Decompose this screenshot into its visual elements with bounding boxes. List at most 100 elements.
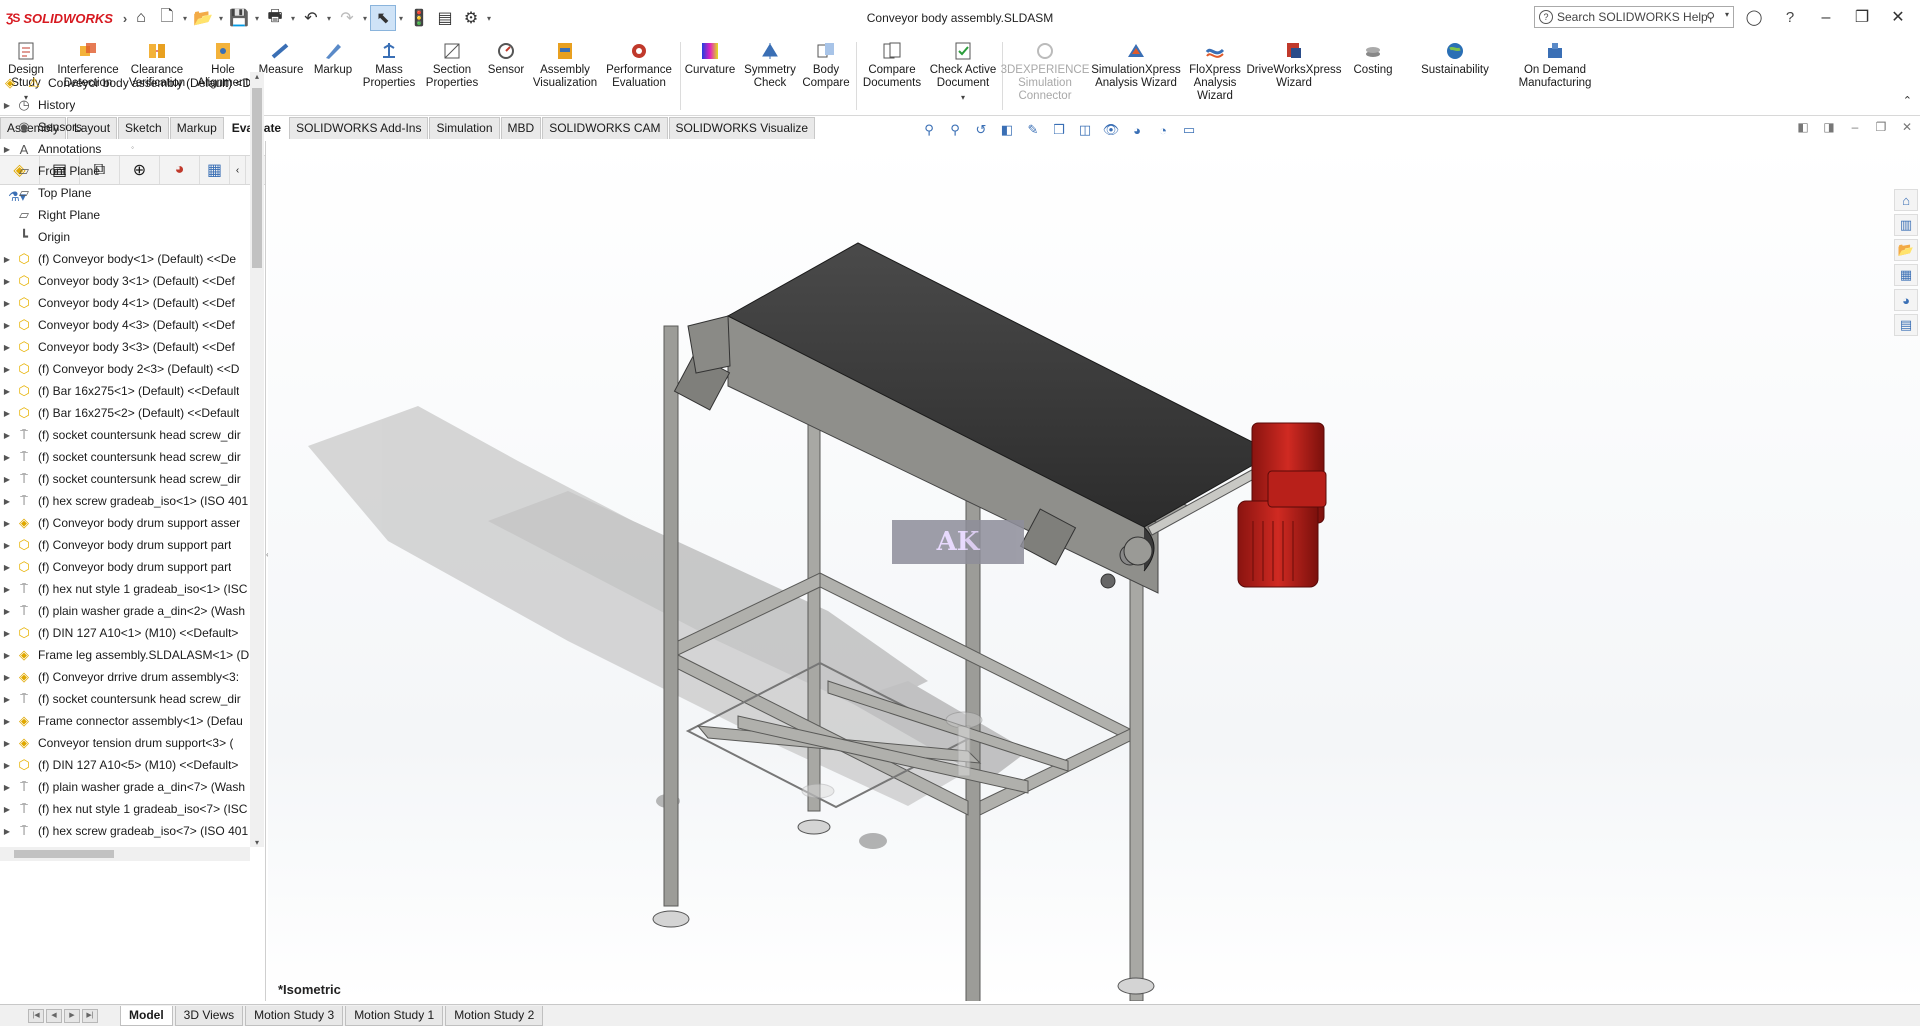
tab-model[interactable]: Model bbox=[120, 1005, 173, 1026]
undo-icon[interactable]: ↶ bbox=[298, 5, 324, 31]
section-view-icon[interactable]: ◧ bbox=[996, 120, 1018, 140]
design-library-icon[interactable]: ▥ bbox=[1894, 214, 1918, 236]
expand-arrow-icon[interactable]: ▶ bbox=[0, 541, 14, 550]
next-tab-icon[interactable]: ▶ bbox=[64, 1008, 80, 1023]
tree-node[interactable]: ▶ ⬡ (f) DIN 127 A10<1> (M10) <<Default> bbox=[0, 622, 250, 644]
redo-icon[interactable]: ↷ bbox=[334, 5, 360, 31]
close-button[interactable]: ✕ bbox=[1878, 0, 1918, 36]
tree-node[interactable]: ▶ ◈ Conveyor tension drum support<3> ( bbox=[0, 732, 250, 754]
chevron-down-icon[interactable]: ▾ bbox=[180, 14, 190, 23]
search-icon[interactable]: ⚲ bbox=[1706, 10, 1715, 24]
tree-node[interactable]: ▶ ⍑ (f) socket countersunk head screw_dir bbox=[0, 688, 250, 710]
section-properties-button[interactable]: Section Properties bbox=[422, 40, 482, 90]
expand-arrow-icon[interactable]: ▶ bbox=[0, 409, 14, 418]
scroll-thumb[interactable] bbox=[252, 88, 262, 268]
open-folder-icon[interactable]: 📂 bbox=[190, 5, 216, 31]
print-icon[interactable]: 🖶 bbox=[262, 5, 288, 31]
expand-arrow-icon[interactable]: ▶ bbox=[0, 497, 14, 506]
expand-arrow-icon[interactable]: ▶ bbox=[0, 343, 14, 352]
sensor-button[interactable]: Sensor bbox=[483, 40, 529, 77]
performance-evaluation-button[interactable]: Performance Evaluation bbox=[604, 40, 674, 90]
help-icon[interactable]: ? bbox=[1780, 8, 1800, 28]
save-icon[interactable]: 💾 bbox=[226, 5, 252, 31]
view-settings-icon[interactable]: ▭ bbox=[1178, 120, 1200, 140]
custom-properties-icon[interactable]: ▤ bbox=[1894, 314, 1918, 336]
tree-node[interactable]: ▱ Top Plane bbox=[0, 182, 250, 204]
tab-3d-views[interactable]: 3D Views bbox=[174, 1005, 244, 1026]
tree-node[interactable]: ▶ ⍑ (f) socket countersunk head screw_dir bbox=[0, 468, 250, 490]
chevron-down-icon[interactable]: ▾ bbox=[288, 14, 298, 23]
minimize-button[interactable]: – bbox=[1806, 0, 1846, 36]
scroll-up-icon[interactable]: ▴ bbox=[250, 72, 264, 81]
previous-view-icon[interactable]: ↺ bbox=[970, 120, 992, 140]
symmetry-check-button[interactable]: Symmetry Check bbox=[742, 40, 798, 90]
sustainability-button[interactable]: Sustainability bbox=[1414, 40, 1496, 77]
view-palette-icon[interactable]: ▦ bbox=[1894, 264, 1918, 286]
expand-arrow-icon[interactable]: ▶ bbox=[0, 629, 14, 638]
solidworks-resources-icon[interactable]: ⌂ bbox=[1894, 189, 1918, 211]
tree-node[interactable]: ▶ ⬡ (f) Conveyor body 2<3> (Default) <<D bbox=[0, 358, 250, 380]
expand-arrow-icon[interactable]: ▶ bbox=[0, 145, 14, 154]
tree-node[interactable]: ▶ ◷ History bbox=[0, 94, 250, 116]
expand-arrow-icon[interactable]: ▶ bbox=[0, 519, 14, 528]
expand-arrow-icon[interactable]: ▶ bbox=[0, 321, 14, 330]
compare-documents-button[interactable]: Compare Documents bbox=[860, 40, 924, 90]
markup-button[interactable]: Markup bbox=[309, 40, 357, 77]
tree-vertical-scrollbar[interactable]: ▴ ▾ bbox=[250, 72, 264, 847]
prev-tab-icon[interactable]: ◀ bbox=[46, 1008, 62, 1023]
assembly-visualization-button[interactable]: Assembly Visualization bbox=[531, 40, 599, 90]
tree-node[interactable]: ◉ Sensors bbox=[0, 116, 250, 138]
tree-node[interactable]: ▶ ⬡ Conveyor body 3<3> (Default) <<Def bbox=[0, 336, 250, 358]
tree-node[interactable]: ▶ ⬡ Conveyor body 4<1> (Default) <<Def bbox=[0, 292, 250, 314]
tree-node[interactable]: ▶ ⍑ (f) plain washer grade a_din<2> (Wash bbox=[0, 600, 250, 622]
check-active-document-button[interactable]: Check Active Document ▾ bbox=[926, 40, 1000, 104]
tree-node[interactable]: ┗ Origin bbox=[0, 226, 250, 248]
expand-arrow-icon[interactable]: ▶ bbox=[0, 739, 14, 748]
measure-button[interactable]: Measure bbox=[257, 40, 305, 77]
expand-arrow-icon[interactable]: ▶ bbox=[0, 475, 14, 484]
on-demand-manufacturing-button[interactable]: On Demand Manufacturing bbox=[1512, 40, 1598, 90]
expand-arrow-icon[interactable]: ▶ bbox=[0, 761, 14, 770]
chevron-down-icon[interactable]: ▾ bbox=[360, 14, 370, 23]
expand-arrow-icon[interactable]: ▶ bbox=[0, 585, 14, 594]
scroll-thumb[interactable] bbox=[14, 850, 114, 858]
simulationxpress-button[interactable]: SimulationXpress Analysis Wizard bbox=[1088, 40, 1184, 90]
body-compare-button[interactable]: Body Compare bbox=[800, 40, 852, 90]
options-gear-icon[interactable]: ⚙ bbox=[458, 5, 484, 31]
viewport-close-icon[interactable]: ✕ bbox=[1894, 120, 1920, 134]
expand-arrow-icon[interactable]: ▶ bbox=[0, 783, 14, 792]
chevron-down-icon[interactable]: ▾ bbox=[1725, 10, 1729, 19]
tile-right-icon[interactable]: ◨ bbox=[1816, 120, 1842, 134]
tree-node[interactable]: ▶ ◈ Frame leg assembly.SLDALASM<1> (D bbox=[0, 644, 250, 666]
tree-node[interactable]: ▶ ⍑ (f) socket countersunk head screw_dir bbox=[0, 446, 250, 468]
chevron-down-icon[interactable]: ▾ bbox=[252, 14, 262, 23]
tab-motion-study-1[interactable]: Motion Study 1 bbox=[345, 1005, 444, 1026]
tree-root[interactable]: ◈ ⚠ Conveyor body assembly (Default) <D bbox=[0, 72, 250, 94]
tree-node[interactable]: ▶ ⍑ (f) hex screw gradeab_iso<7> (ISO 401 bbox=[0, 820, 250, 842]
viewport-minimize-icon[interactable]: – bbox=[1842, 120, 1868, 134]
expand-arrow-icon[interactable]: ▶ bbox=[0, 387, 14, 396]
search-input[interactable]: ? Search SOLIDWORKS Help ⚲ ▾ bbox=[1534, 6, 1734, 28]
tree-node[interactable]: ▶ ⍑ (f) plain washer grade a_din<7> (Wash bbox=[0, 776, 250, 798]
tree-node[interactable]: ▶ ⬡ (f) DIN 127 A10<5> (M10) <<Default> bbox=[0, 754, 250, 776]
tile-left-icon[interactable]: ◧ bbox=[1790, 120, 1816, 134]
conveyor-model-render[interactable] bbox=[268, 141, 1920, 1001]
tree-node[interactable]: ▶ ⍑ (f) hex screw gradeab_iso<1> (ISO 401 bbox=[0, 490, 250, 512]
expand-arrow-icon[interactable]: ▶ bbox=[0, 805, 14, 814]
appearances-scenes-icon[interactable]: ◕ bbox=[1894, 289, 1918, 311]
tree-node[interactable]: ▶ ◈ (f) Conveyor drrive drum assembly<3: bbox=[0, 666, 250, 688]
mass-properties-button[interactable]: Mass Properties bbox=[360, 40, 418, 90]
chevron-down-icon[interactable]: ▾ bbox=[961, 91, 965, 104]
rebuild-traffic-light-icon[interactable]: 🚦 bbox=[406, 5, 432, 31]
floxpress-button[interactable]: FloXpress Analysis Wizard bbox=[1186, 40, 1244, 103]
expand-arrow-icon[interactable]: ▶ bbox=[0, 453, 14, 462]
apply-scene-icon[interactable]: ◔ bbox=[1152, 120, 1174, 140]
hide-show-items-icon[interactable]: 👁 bbox=[1100, 120, 1122, 140]
edit-appearance-icon[interactable]: ◕ bbox=[1126, 120, 1148, 140]
graphics-area[interactable]: AK ⌂ ▥ 📂 ▦ ◕ ▤ *Isometric bbox=[268, 141, 1920, 1001]
scroll-down-icon[interactable]: ▾ bbox=[250, 838, 264, 847]
expand-arrow-icon[interactable]: ▶ bbox=[0, 299, 14, 308]
3dexperience-simulation-connector-button[interactable]: 3DEXPERIENCE Simulation Connector bbox=[1001, 40, 1089, 103]
expand-arrow-icon[interactable]: ▶ bbox=[0, 431, 14, 440]
display-style-icon[interactable]: ◫ bbox=[1074, 120, 1096, 140]
